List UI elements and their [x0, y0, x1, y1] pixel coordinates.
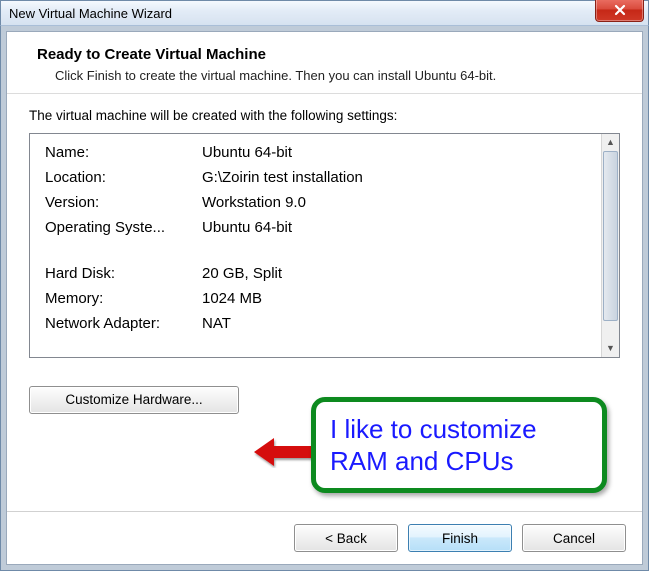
finish-button[interactable]: Finish [408, 524, 512, 552]
settings-row-disk: Hard Disk: 20 GB, Split [44, 261, 587, 286]
settings-row-network: Network Adapter: NAT [44, 311, 587, 336]
label-name: Name: [44, 140, 201, 165]
settings-gap [44, 241, 587, 261]
dialog-subtitle: Click Finish to create the virtual machi… [55, 67, 612, 85]
annotation-arrow-icon [252, 436, 314, 468]
back-button[interactable]: < Back [294, 524, 398, 552]
settings-row-os: Operating Syste... Ubuntu 64-bit [44, 215, 587, 240]
cancel-button[interactable]: Cancel [522, 524, 626, 552]
scroll-down-icon[interactable]: ▼ [602, 340, 619, 357]
label-disk: Hard Disk: [44, 261, 201, 286]
value-memory: 1024 MB [201, 286, 587, 311]
dialog-footer: < Back Finish Cancel [7, 511, 642, 564]
label-network: Network Adapter: [44, 311, 201, 336]
intro-text: The virtual machine will be created with… [29, 108, 620, 123]
settings-scrollbar[interactable]: ▲ ▼ [601, 134, 619, 357]
label-location: Location: [44, 165, 201, 190]
value-version: Workstation 9.0 [201, 190, 587, 215]
close-button[interactable] [595, 0, 644, 22]
client-area: Ready to Create Virtual Machine Click Fi… [0, 26, 649, 571]
dialog: Ready to Create Virtual Machine Click Fi… [6, 31, 643, 565]
annotation-text: I like to customize RAM and CPUs [330, 413, 588, 478]
close-icon [614, 4, 626, 16]
titlebar: New Virtual Machine Wizard [0, 0, 649, 26]
settings-content: Name: Ubuntu 64-bit Location: G:\Zoirin … [30, 134, 601, 357]
wizard-window: New Virtual Machine Wizard Ready to Crea… [0, 0, 649, 571]
value-location: G:\Zoirin test installation [201, 165, 587, 190]
settings-row-version: Version: Workstation 9.0 [44, 190, 587, 215]
window-title: New Virtual Machine Wizard [9, 6, 172, 21]
settings-row-location: Location: G:\Zoirin test installation [44, 165, 587, 190]
settings-row-memory: Memory: 1024 MB [44, 286, 587, 311]
value-name: Ubuntu 64-bit [201, 140, 587, 165]
customize-hardware-button[interactable]: Customize Hardware... [29, 386, 239, 414]
scroll-thumb[interactable] [603, 151, 618, 321]
dialog-title: Ready to Create Virtual Machine [37, 46, 612, 63]
value-os: Ubuntu 64-bit [201, 215, 587, 240]
annotation-callout: I like to customize RAM and CPUs [311, 397, 607, 493]
label-os: Operating Syste... [44, 215, 201, 240]
settings-row-name: Name: Ubuntu 64-bit [44, 140, 587, 165]
dialog-header: Ready to Create Virtual Machine Click Fi… [7, 32, 642, 94]
label-version: Version: [44, 190, 201, 215]
label-memory: Memory: [44, 286, 201, 311]
value-network: NAT [201, 311, 587, 336]
scroll-up-icon[interactable]: ▲ [602, 134, 619, 151]
value-disk: 20 GB, Split [201, 261, 587, 286]
settings-list: Name: Ubuntu 64-bit Location: G:\Zoirin … [29, 133, 620, 358]
